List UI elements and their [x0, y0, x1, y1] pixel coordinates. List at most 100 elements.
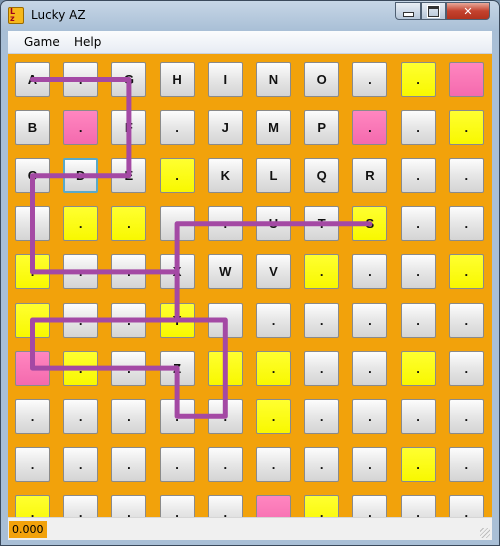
board-cell-r6-c7[interactable]: .	[352, 350, 388, 386]
board-cell-r8-c7[interactable]: .	[352, 446, 388, 482]
board-cell-r0-c2[interactable]: G	[111, 62, 147, 97]
minimize-button[interactable]	[395, 2, 421, 20]
board-cell-r7-c5[interactable]: .	[256, 398, 291, 434]
title-bar[interactable]: Lz Lucky AZ ✕	[1, 1, 499, 31]
board-cell-r2-c3[interactable]: .	[159, 158, 195, 194]
board-cell-r7-c4[interactable]: .	[207, 398, 243, 434]
board-cell-r5-c1[interactable]: .	[63, 302, 99, 338]
board-cell-r1-c5[interactable]: M	[256, 110, 291, 146]
board-cell-r1-c6[interactable]: P	[304, 110, 340, 146]
board-cell-r7-c1[interactable]: .	[63, 398, 99, 434]
minimize-icon	[402, 11, 414, 17]
board-cell-r1-c0[interactable]: B	[15, 110, 50, 146]
board-cell-r3-c6[interactable]: T	[304, 206, 340, 242]
board-cell-r0-c1[interactable]: .	[63, 62, 99, 97]
board-cell-r4-c5[interactable]: V	[256, 254, 291, 290]
board-cell-r5-c0[interactable]: .	[15, 302, 50, 338]
board-cell-r2-c6[interactable]: Q	[304, 158, 340, 194]
board-cell-r0-c3[interactable]: H	[159, 62, 195, 97]
board-cell-r2-c1[interactable]: D	[63, 158, 99, 194]
board-cell-r0-c5[interactable]: N	[256, 62, 291, 97]
board-cell-r1-c8[interactable]: .	[400, 110, 436, 146]
board-cell-r8-c9[interactable]: .	[448, 446, 484, 482]
board-cell-r3-c5[interactable]: U	[256, 206, 291, 242]
board-cell-r6-c6[interactable]: .	[304, 350, 340, 386]
board-cell-r6-c8[interactable]: .	[400, 350, 436, 386]
board-cell-r4-c4[interactable]: W	[207, 254, 243, 290]
board-cell-r2-c9[interactable]: .	[448, 158, 484, 194]
board-cell-r2-c4[interactable]: K	[207, 158, 243, 194]
close-button[interactable]: ✕	[446, 2, 490, 20]
board-cell-r0-c7[interactable]: .	[352, 62, 388, 97]
board-cell-r4-c3[interactable]: X	[159, 254, 195, 290]
board-cell-r5-c5[interactable]: .	[256, 302, 291, 338]
board-cell-r8-c2[interactable]: .	[111, 446, 147, 482]
board-cell-r5-c9[interactable]: .	[448, 302, 484, 338]
board-cell-r7-c2[interactable]: .	[111, 398, 147, 434]
board-cell-r0-c6[interactable]: O	[304, 62, 340, 97]
board-cell-r5-c2[interactable]: .	[111, 302, 147, 338]
board-cell-r0-c0[interactable]: A	[15, 62, 50, 97]
maximize-button[interactable]	[421, 2, 446, 20]
board-cell-r7-c6[interactable]: .	[304, 398, 340, 434]
board-cell-r1-c2[interactable]: F	[111, 110, 147, 146]
board-cell-r3-c8[interactable]: .	[400, 206, 436, 242]
board-cell-r6-c3[interactable]: Z	[159, 350, 195, 386]
board-cell-r4-c9[interactable]: .	[448, 254, 484, 290]
board-cell-r7-c8[interactable]: .	[400, 398, 436, 434]
board-cell-r6-c1[interactable]: .	[63, 350, 99, 386]
board-cell-r6-c0[interactable]	[15, 350, 50, 386]
board-cell-r4-c1[interactable]: .	[63, 254, 99, 290]
board-cell-r5-c8[interactable]: .	[400, 302, 436, 338]
board-cell-r4-c2[interactable]: .	[111, 254, 147, 290]
board-cell-r0-c4[interactable]: I	[207, 62, 243, 97]
board-cell-r3-c0[interactable]: .	[15, 206, 50, 242]
board-cell-r6-c2[interactable]: .	[111, 350, 147, 386]
resize-grip-icon[interactable]	[480, 528, 490, 538]
board-cell-r8-c3[interactable]: .	[159, 446, 195, 482]
board-cell-r8-c0[interactable]: .	[15, 446, 50, 482]
board-cell-r6-c5[interactable]: .	[256, 350, 291, 386]
board-cell-r4-c7[interactable]: .	[352, 254, 388, 290]
board-cell-r8-c5[interactable]: .	[256, 446, 291, 482]
board-cell-r1-c3[interactable]: .	[159, 110, 195, 146]
board-cell-r1-c7[interactable]: .	[352, 110, 388, 146]
board-cell-r6-c4[interactable]: .	[207, 350, 243, 386]
board-cell-r2-c7[interactable]: R	[352, 158, 388, 194]
board-cell-r5-c3[interactable]: Y	[159, 302, 195, 338]
board-cell-r1-c4[interactable]: J	[207, 110, 243, 146]
board-cell-r5-c7[interactable]: .	[352, 302, 388, 338]
board-cell-r7-c7[interactable]: .	[352, 398, 388, 434]
board-cell-r2-c8[interactable]: .	[400, 158, 436, 194]
board-cell-r6-c9[interactable]: .	[448, 350, 484, 386]
board-cell-r8-c4[interactable]: .	[207, 446, 243, 482]
board-cell-r4-c6[interactable]: .	[304, 254, 340, 290]
board-cell-r7-c9[interactable]: .	[448, 398, 484, 434]
board-cell-r8-c6[interactable]: .	[304, 446, 340, 482]
board-cell-r0-c9[interactable]	[448, 62, 484, 97]
menu-help[interactable]: Help	[74, 35, 101, 49]
board-cell-r1-c9[interactable]: .	[448, 110, 484, 146]
board-cell-r4-c0[interactable]: .	[15, 254, 50, 290]
board-cell-r3-c2[interactable]: .	[111, 206, 147, 242]
board-cell-r3-c4[interactable]: .	[207, 206, 243, 242]
board-cell-r5-c6[interactable]: .	[304, 302, 340, 338]
board-cell-r7-c0[interactable]: .	[15, 398, 50, 434]
board-cell-r2-c5[interactable]: L	[256, 158, 291, 194]
board-cell-r0-c8[interactable]: .	[400, 62, 436, 97]
menu-game[interactable]: Game	[24, 35, 60, 49]
board-cell-r3-c1[interactable]: .	[63, 206, 99, 242]
board-cell-r1-c1[interactable]: .	[63, 110, 99, 146]
board-cell-r3-c9[interactable]: .	[448, 206, 484, 242]
menu-bar: Game Help	[8, 31, 492, 54]
board-cell-r5-c4[interactable]: .	[207, 302, 243, 338]
board-cell-r3-c3[interactable]: .	[159, 206, 195, 242]
board-cell-r3-c7[interactable]: S	[352, 206, 388, 242]
board-cell-r7-c3[interactable]: .	[159, 398, 195, 434]
app-icon[interactable]: Lz	[8, 7, 24, 24]
board-cell-r8-c8[interactable]: .	[400, 446, 436, 482]
board-cell-r4-c8[interactable]: .	[400, 254, 436, 290]
board-cell-r2-c2[interactable]: E	[111, 158, 147, 194]
board-cell-r2-c0[interactable]: C	[15, 158, 50, 194]
board-cell-r8-c1[interactable]: .	[63, 446, 99, 482]
